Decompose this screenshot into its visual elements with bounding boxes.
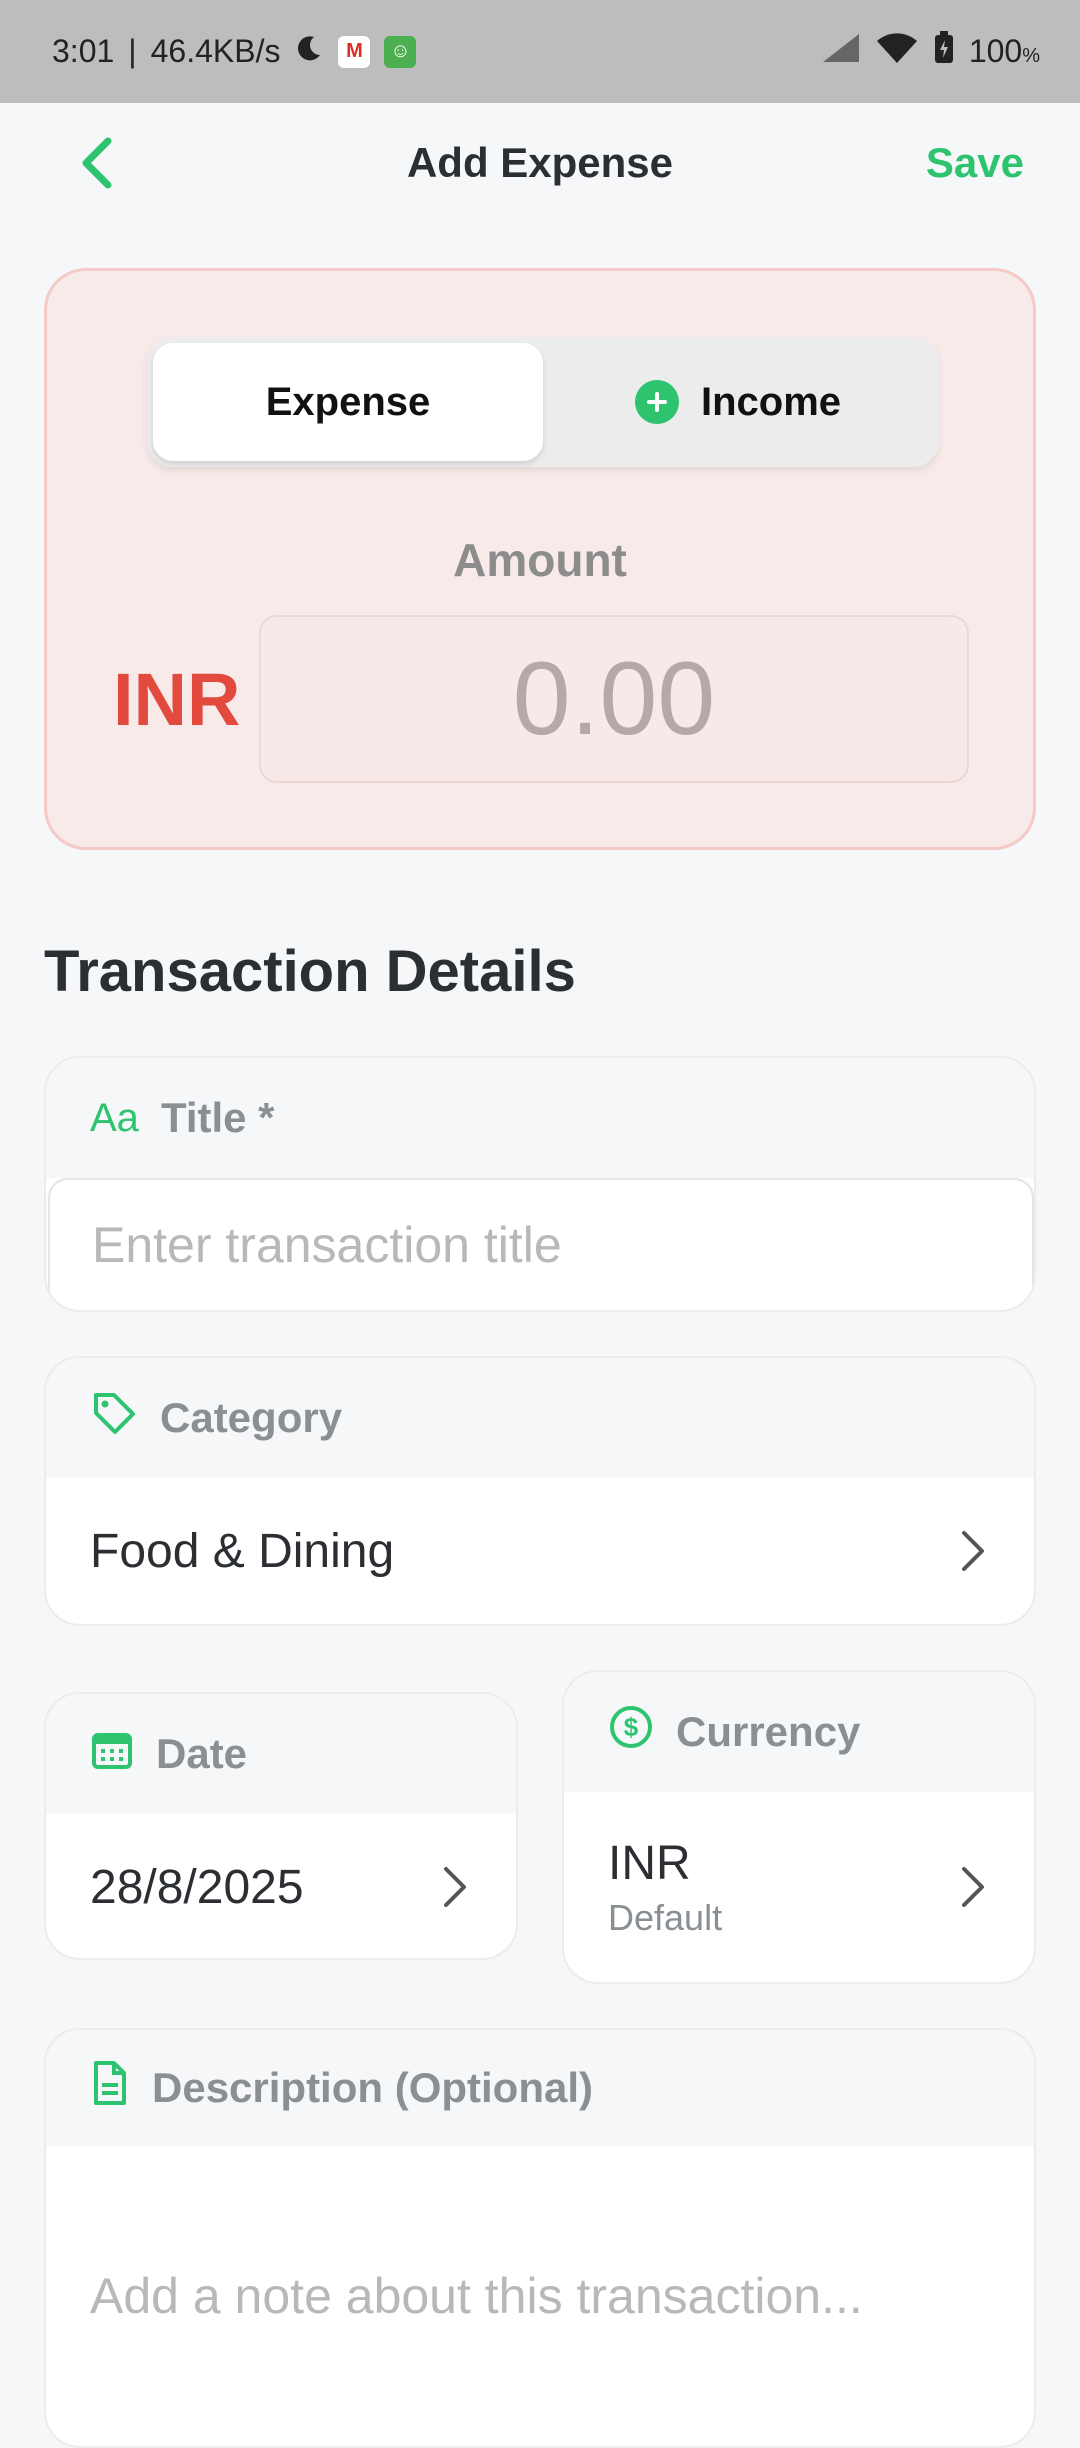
- chevron-right-icon: [962, 1531, 984, 1571]
- svg-text:$: $: [624, 1712, 639, 1742]
- category-field-card[interactable]: Category Food & Dining: [44, 1356, 1036, 1626]
- document-icon: [90, 2059, 130, 2117]
- dollar-circle-icon: $: [608, 1704, 654, 1760]
- expense-tab[interactable]: Expense: [153, 343, 543, 461]
- battery-icon: [933, 30, 955, 73]
- title-input[interactable]: Enter transaction title: [48, 1178, 1034, 1310]
- chevron-left-icon: [82, 137, 112, 189]
- status-left: 3:01 | 46.4KB/s M ☺: [52, 33, 417, 71]
- date-field-label: Date: [156, 1730, 248, 1777]
- amount-label: Amount: [453, 534, 627, 586]
- income-tab-label: Income: [700, 379, 842, 424]
- save-button[interactable]: Save: [926, 139, 1024, 187]
- gmail-icon: M: [338, 35, 371, 68]
- back-button[interactable]: [70, 133, 130, 193]
- category-value: Food & Dining: [90, 1524, 395, 1578]
- category-field-header: Category: [46, 1358, 1034, 1478]
- chevron-right-icon: [962, 1867, 984, 1907]
- app-notification-icon: ☺: [384, 35, 417, 68]
- app-header: Add Expense Save: [0, 103, 1080, 223]
- page-title: Add Expense: [406, 139, 674, 186]
- cell-signal-icon: [821, 32, 861, 72]
- calendar-icon: [90, 1727, 134, 1781]
- transaction-type-toggle: Expense Income: [147, 337, 939, 467]
- date-value: 28/8/2025: [90, 1860, 304, 1914]
- currency-default-label: Default: [608, 1896, 723, 1938]
- wifi-icon: [875, 31, 919, 73]
- income-tab[interactable]: Income: [543, 343, 933, 461]
- currency-field-card[interactable]: $ Currency INR Default: [562, 1670, 1036, 1984]
- date-value-row[interactable]: 28/8/2025: [46, 1814, 516, 1958]
- amount-input[interactable]: 0.00: [259, 615, 969, 783]
- chevron-right-icon: [444, 1867, 466, 1907]
- tag-icon: [90, 1389, 138, 1447]
- date-field-header: Date: [46, 1694, 516, 1814]
- description-field-header: Description (Optional): [46, 2030, 1034, 2146]
- expense-tab-label: Expense: [265, 379, 431, 424]
- currency-value-row[interactable]: INR Default: [564, 1792, 1034, 1982]
- network-speed: 46.4KB/s: [150, 33, 281, 69]
- amount-currency-code: INR: [113, 658, 241, 741]
- category-value-row[interactable]: Food & Dining: [46, 1478, 1034, 1624]
- moon-icon: [294, 33, 324, 71]
- description-input[interactable]: Add a note about this transaction...: [46, 2146, 1034, 2446]
- currency-field-label: Currency: [676, 1708, 861, 1755]
- currency-field-header: $ Currency: [564, 1672, 1034, 1792]
- category-field-label: Category: [160, 1394, 343, 1441]
- plus-circle-icon: [634, 380, 679, 424]
- battery-level: 100%: [968, 33, 1040, 69]
- currency-value: INR: [608, 1836, 691, 1890]
- status-right: 100%: [821, 30, 1040, 73]
- status-time: 3:01: [52, 33, 115, 69]
- status-divider: |: [128, 33, 137, 69]
- description-field-label: Description (Optional): [152, 2064, 593, 2111]
- text-format-icon: Aa: [90, 1095, 139, 1140]
- amount-card: Expense Income Amount INR 0.00: [44, 268, 1036, 850]
- title-field-card: Aa Title * Enter transaction title: [44, 1056, 1036, 1312]
- date-field-card[interactable]: Date 28/8/2025: [44, 1692, 518, 1960]
- title-field-label: Title *: [160, 1094, 275, 1141]
- status-bar: 3:01 | 46.4KB/s M ☺ 100%: [0, 0, 1080, 103]
- section-title: Transaction Details: [44, 939, 576, 1004]
- title-field-header: Aa Title *: [46, 1058, 1034, 1178]
- description-field-card: Description (Optional) Add a note about …: [44, 2028, 1036, 2448]
